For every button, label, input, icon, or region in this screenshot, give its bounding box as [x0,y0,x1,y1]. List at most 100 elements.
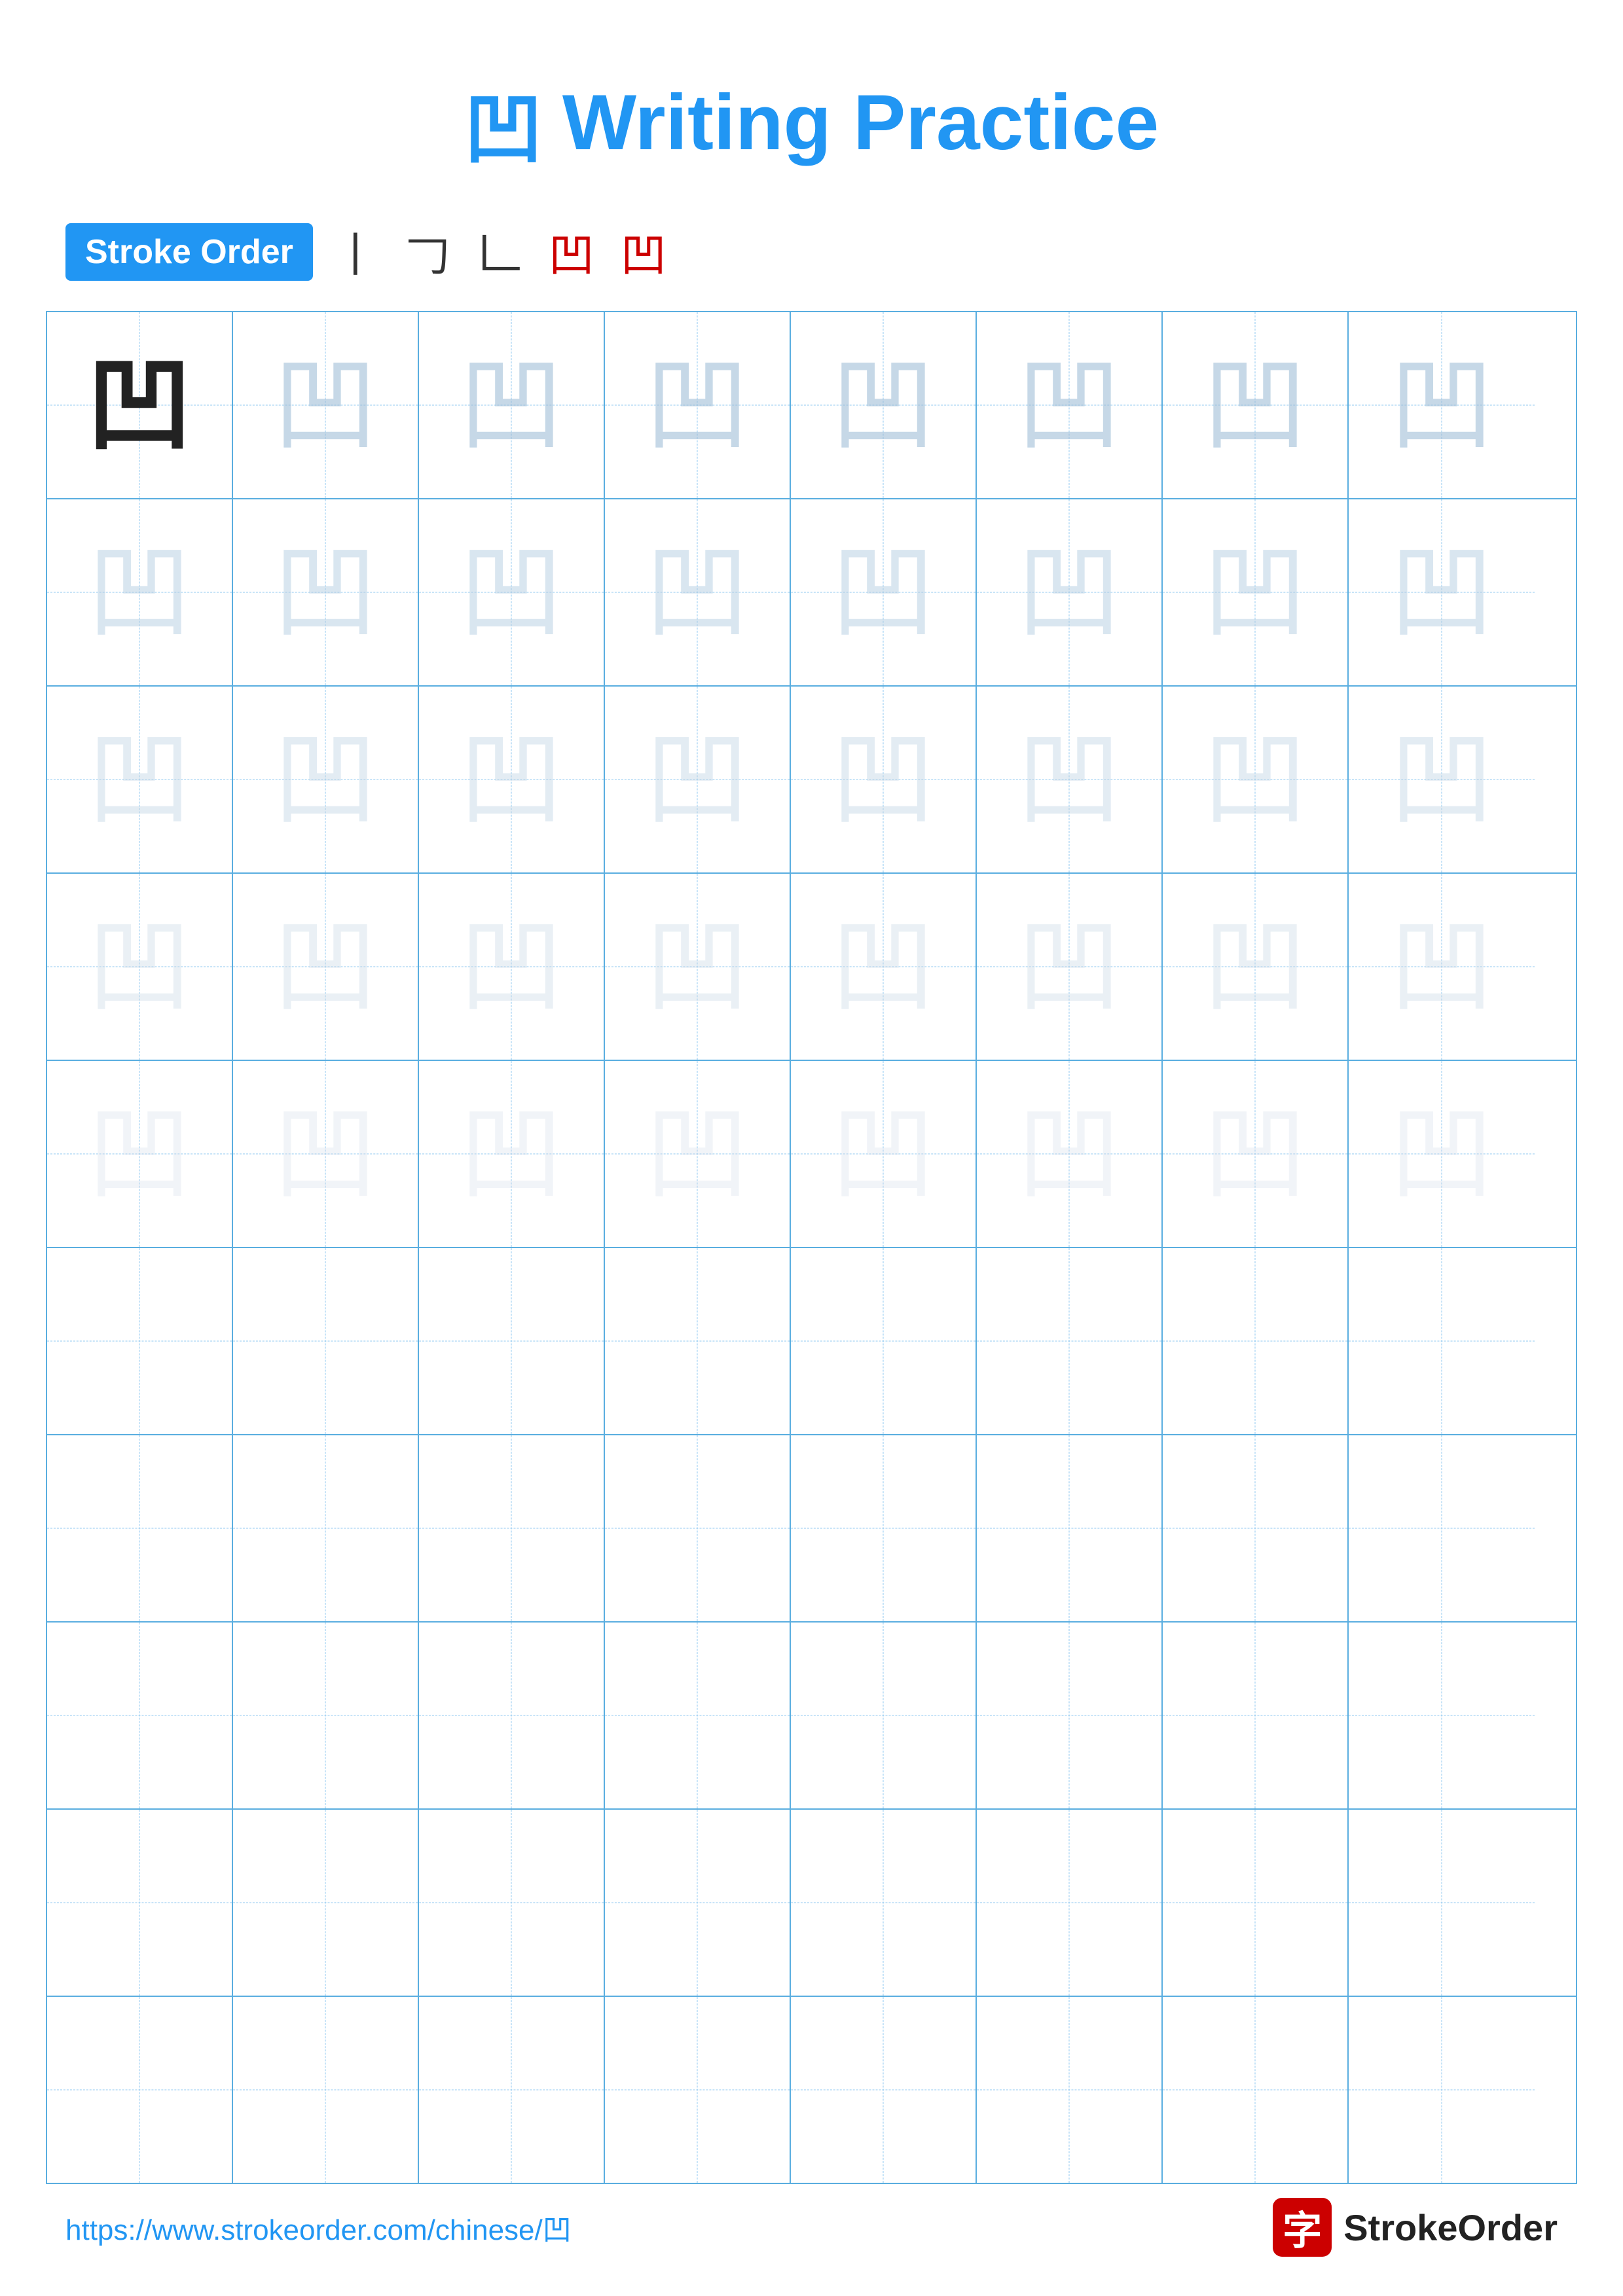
grid-cell[interactable] [233,1623,419,1808]
grid-cell[interactable] [233,1435,419,1621]
grid-cell[interactable]: 凹 [977,874,1163,1060]
grid-row [47,1248,1576,1435]
grid-row: 凹 凹 凹 凹 凹 凹 凹 凹 [47,312,1576,499]
grid-cell[interactable] [47,1810,233,1996]
grid-cell[interactable] [47,1997,233,2183]
grid-cell[interactable]: 凹 [233,499,419,685]
grid-cell[interactable]: 凹 [791,874,977,1060]
grid-cell[interactable] [47,1623,233,1808]
footer: https://www.strokeorder.com/chinese/凹 字 … [0,2198,1623,2257]
grid-cell[interactable]: 凹 [791,687,977,872]
grid-cell[interactable] [1163,1997,1349,2183]
grid-cell[interactable]: 凹 [233,687,419,872]
stroke-step-3: 𠃊 [477,219,522,285]
grid-row [47,1623,1576,1810]
reference-char: 凹 [87,353,192,457]
grid-cell[interactable] [791,1997,977,2183]
grid-cell[interactable]: 凹 [977,1061,1163,1247]
grid-cell[interactable] [791,1435,977,1621]
grid-cell[interactable] [605,1810,791,1996]
grid-cell[interactable]: 凹 [233,1061,419,1247]
grid-cell[interactable] [605,1623,791,1808]
stroke-order-badge: Stroke Order [65,223,313,281]
grid-cell[interactable]: 凹 [47,874,233,1060]
grid-cell[interactable]: 凹 [791,312,977,498]
grid-row: 凹 凹 凹 凹 凹 凹 凹 凹 [47,1061,1576,1248]
grid-cell[interactable] [977,1810,1163,1996]
grid-cell[interactable] [1349,1810,1535,1996]
grid-cell[interactable]: 凹 [233,312,419,498]
grid-cell[interactable]: 凹 [1163,312,1349,498]
stroke-step-1: 丨 [333,219,378,285]
grid-cell[interactable]: 凹 [1163,499,1349,685]
grid-cell[interactable]: 凹 [1349,1061,1535,1247]
stroke-step-5: 凹 [621,219,666,285]
grid-cell[interactable] [1349,1435,1535,1621]
grid-cell[interactable]: 凹 [1163,1061,1349,1247]
grid-cell[interactable] [791,1623,977,1808]
grid-cell[interactable] [1163,1435,1349,1621]
grid-cell[interactable] [977,1623,1163,1808]
grid-row [47,1435,1576,1623]
grid-cell[interactable]: 凹 [605,1061,791,1247]
grid-cell[interactable]: 凹 [605,499,791,685]
footer-url[interactable]: https://www.strokeorder.com/chinese/凹 [65,2206,572,2248]
grid-cell[interactable] [419,1810,605,1996]
logo-text: StrokeOrder [1343,2206,1558,2249]
grid-cell[interactable] [233,1810,419,1996]
grid-cell[interactable]: 凹 [419,499,605,685]
page-title: 凹 Writing Practice [0,0,1623,179]
grid-cell[interactable] [233,1248,419,1434]
grid-cell[interactable] [1349,1623,1535,1808]
grid-cell[interactable]: 凹 [1349,874,1535,1060]
grid-cell[interactable]: 凹 [791,499,977,685]
grid-cell[interactable]: 凹 [977,499,1163,685]
grid-cell[interactable]: 凹 [1163,687,1349,872]
grid-cell[interactable] [977,1435,1163,1621]
grid-cell[interactable]: 凹 [1349,499,1535,685]
grid-cell[interactable] [1163,1810,1349,1996]
grid-cell[interactable] [977,1997,1163,2183]
grid-cell[interactable]: 凹 [1349,312,1535,498]
grid-cell[interactable] [1163,1248,1349,1434]
grid-cell[interactable] [419,1997,605,2183]
grid-cell[interactable] [605,1248,791,1434]
grid-cell[interactable] [605,1435,791,1621]
grid-cell[interactable]: 凹 [1349,687,1535,872]
stroke-order-section: Stroke Order 丨 𠃌 𠃊 凹 凹 [0,219,1623,285]
grid-cell[interactable]: 凹 [791,1061,977,1247]
grid-cell[interactable] [791,1810,977,1996]
grid-cell[interactable]: 凹 [419,1061,605,1247]
grid-cell[interactable] [1349,1997,1535,2183]
grid-cell[interactable]: 凹 [605,312,791,498]
grid-cell[interactable] [791,1248,977,1434]
grid-row [47,1810,1576,1997]
grid-cell[interactable] [1163,1623,1349,1808]
grid-cell[interactable]: 凹 [605,874,791,1060]
grid-cell[interactable]: 凹 [47,1061,233,1247]
grid-cell[interactable] [605,1997,791,2183]
grid-cell[interactable] [47,1248,233,1434]
grid-cell[interactable]: 凹 [47,687,233,872]
grid-cell[interactable] [419,1435,605,1621]
grid-cell[interactable]: 凹 [419,687,605,872]
grid-cell[interactable]: 凹 [977,312,1163,498]
grid-cell[interactable]: 凹 [1163,874,1349,1060]
grid-cell[interactable]: 凹 [605,687,791,872]
grid-row: 凹 凹 凹 凹 凹 凹 凹 凹 [47,687,1576,874]
grid-cell[interactable]: 凹 [977,687,1163,872]
grid-cell[interactable] [47,1435,233,1621]
grid-cell[interactable]: 凹 [419,312,605,498]
grid-cell[interactable] [233,1997,419,2183]
grid-cell-reference[interactable]: 凹 [47,312,233,498]
stroke-step-4: 凹 [549,219,594,285]
grid-row: 凹 凹 凹 凹 凹 凹 凹 凹 [47,874,1576,1061]
grid-cell[interactable] [1349,1248,1535,1434]
grid-cell[interactable]: 凹 [233,874,419,1060]
grid-cell[interactable] [419,1623,605,1808]
grid-cell[interactable] [977,1248,1163,1434]
grid-cell[interactable] [419,1248,605,1434]
grid-cell[interactable]: 凹 [419,874,605,1060]
grid-cell[interactable]: 凹 [47,499,233,685]
title-character: 凹 [464,65,543,179]
